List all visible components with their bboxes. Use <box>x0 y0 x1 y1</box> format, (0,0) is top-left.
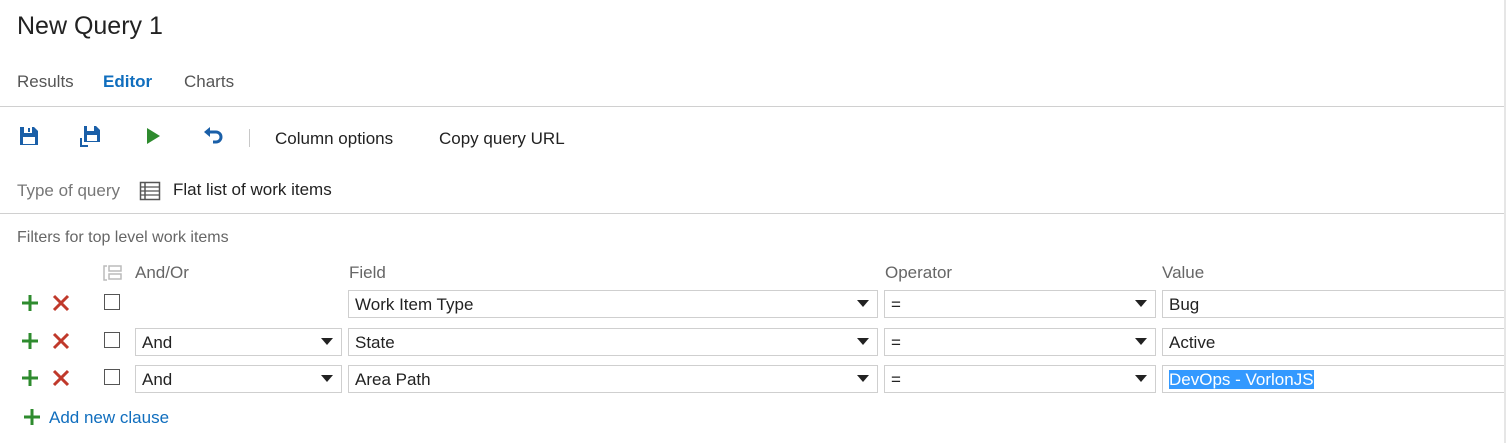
value-text: Active <box>1169 333 1216 352</box>
field-dropdown[interactable]: Area Path <box>348 365 878 393</box>
add-clause-icon[interactable] <box>20 368 40 388</box>
run-icon[interactable] <box>141 124 165 148</box>
tab-results[interactable]: Results <box>17 72 74 92</box>
field-value: Work Item Type <box>355 295 474 314</box>
save-as-icon[interactable] <box>79 124 103 148</box>
operator-value: = <box>891 333 901 352</box>
column-options-button[interactable]: Column options <box>275 129 393 149</box>
field-dropdown[interactable]: Work Item Type <box>348 290 878 318</box>
delete-clause-icon[interactable] <box>51 293 71 313</box>
delete-clause-icon[interactable] <box>51 331 71 351</box>
value-input[interactable]: Bug <box>1162 290 1506 318</box>
tabs-divider <box>0 106 1506 107</box>
operator-value: = <box>891 295 901 314</box>
column-header-value: Value <box>1162 263 1205 282</box>
add-new-clause-link[interactable]: Add new clause <box>49 408 169 428</box>
andor-value: And <box>142 370 173 389</box>
copy-query-url-button[interactable]: Copy query URL <box>439 129 565 149</box>
query-type-label: Type of query <box>17 181 121 200</box>
column-header-operator: Operator <box>885 263 953 282</box>
chevron-down-icon <box>321 375 333 382</box>
chevron-down-icon <box>1135 300 1147 307</box>
operator-dropdown[interactable]: = <box>884 365 1156 393</box>
chevron-down-icon <box>321 338 333 345</box>
delete-clause-icon[interactable] <box>51 368 71 388</box>
value-input[interactable]: DevOps - VorlonJS <box>1162 365 1506 393</box>
clause-checkbox[interactable] <box>104 332 120 348</box>
filters-label: Filters for top level work items <box>17 229 229 246</box>
field-value: State <box>355 333 395 352</box>
chevron-down-icon <box>857 375 869 382</box>
andor-value: And <box>142 333 173 352</box>
query-type-dropdown[interactable]: Flat list of work items <box>173 180 332 200</box>
chevron-down-icon <box>1135 375 1147 382</box>
andor-dropdown[interactable]: And <box>135 328 342 356</box>
operator-dropdown[interactable]: = <box>884 328 1156 356</box>
add-clause-icon[interactable] <box>20 293 40 313</box>
column-header-field: Field <box>349 263 386 282</box>
clause-checkbox[interactable] <box>104 294 120 310</box>
section-divider <box>0 213 1506 214</box>
tab-editor[interactable]: Editor <box>103 72 152 92</box>
save-icon[interactable] <box>17 124 41 148</box>
value-text: Bug <box>1169 295 1200 314</box>
chevron-down-icon <box>1135 338 1147 345</box>
undo-icon[interactable] <box>201 124 225 148</box>
operator-value: = <box>891 370 901 389</box>
clause-checkbox[interactable] <box>104 369 120 385</box>
chevron-down-icon <box>857 338 869 345</box>
andor-dropdown[interactable]: And <box>135 365 342 393</box>
chevron-down-icon <box>857 300 869 307</box>
add-clause-icon[interactable] <box>20 331 40 351</box>
tab-charts[interactable]: Charts <box>184 72 234 92</box>
field-dropdown[interactable]: State <box>348 328 878 356</box>
field-value: Area Path <box>355 370 431 389</box>
column-header-andor: And/Or <box>135 263 189 282</box>
flat-list-icon[interactable] <box>139 181 161 201</box>
value-input[interactable]: Active <box>1162 328 1506 356</box>
page-title: New Query 1 <box>17 12 163 40</box>
plus-icon[interactable] <box>22 407 42 427</box>
toolbar-separator <box>249 129 250 147</box>
group-clauses-icon[interactable] <box>101 263 123 283</box>
value-text-selected: DevOps - VorlonJS <box>1169 370 1314 389</box>
operator-dropdown[interactable]: = <box>884 290 1156 318</box>
